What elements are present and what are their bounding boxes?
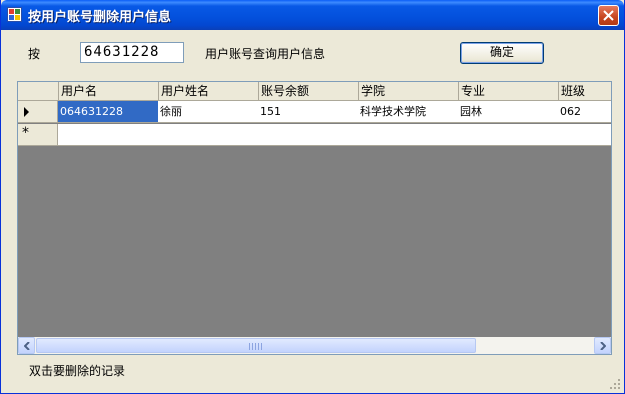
cell-username[interactable]: 064631228	[58, 101, 159, 123]
delete-hint-label: 双击要删除的记录	[29, 364, 126, 378]
scroll-right-button[interactable]	[594, 337, 611, 354]
account-input[interactable]: 64631228	[80, 42, 184, 63]
chevron-right-icon	[600, 342, 606, 350]
app-icon	[7, 7, 22, 22]
main-window: 按用户账号删除用户信息 按 64631228 用户账号查询用户信息 确定 用户名…	[0, 0, 625, 394]
new-cell-username[interactable]	[58, 124, 159, 146]
cell-college[interactable]: 科学技术学院	[358, 101, 459, 123]
cell-major[interactable]: 园林	[458, 101, 559, 123]
scroll-left-button[interactable]	[18, 337, 35, 354]
cell-class[interactable]: 062	[558, 101, 611, 123]
new-cell-major[interactable]	[458, 124, 559, 146]
grid-header-row: 用户名 用户姓名 账号余额 学院 专业 班级	[18, 82, 611, 102]
column-header-class[interactable]: 班级	[558, 82, 611, 101]
column-header-college[interactable]: 学院	[358, 82, 459, 101]
row-header[interactable]	[18, 101, 58, 123]
window-title: 按用户账号删除用户信息	[28, 10, 172, 25]
new-cell-balance[interactable]	[258, 124, 359, 146]
new-cell-class[interactable]	[558, 124, 611, 146]
table-row[interactable]: 064631228 徐丽 151 科学技术学院 园林 062	[18, 101, 611, 124]
confirm-button[interactable]: 确定	[460, 42, 544, 64]
scroll-thumb[interactable]	[36, 338, 476, 353]
close-button[interactable]	[598, 5, 619, 26]
user-data-grid[interactable]: 用户名 用户姓名 账号余额 学院 专业 班级 064631228 徐丽 151 …	[17, 81, 612, 355]
column-header-balance[interactable]: 账号余额	[258, 82, 359, 101]
new-row-star-icon: *	[22, 125, 29, 141]
cell-fullname[interactable]: 徐丽	[158, 101, 259, 123]
cell-balance[interactable]: 151	[258, 101, 359, 123]
chevron-left-icon	[24, 342, 30, 350]
grid-corner-cell[interactable]	[18, 82, 59, 101]
new-row[interactable]: *	[18, 124, 611, 147]
search-suffix-label: 用户账号查询用户信息	[205, 47, 326, 61]
column-header-username[interactable]: 用户名	[58, 82, 159, 101]
scroll-grip-icon	[249, 343, 263, 350]
resize-grip-icon[interactable]	[610, 379, 621, 390]
new-cell-fullname[interactable]	[158, 124, 259, 146]
current-row-arrow-icon	[24, 107, 29, 117]
title-bar[interactable]: 按用户账号删除用户信息	[1, 0, 624, 30]
new-cell-college[interactable]	[358, 124, 459, 146]
close-icon	[603, 10, 614, 21]
column-header-major[interactable]: 专业	[458, 82, 559, 101]
horizontal-scrollbar[interactable]	[18, 337, 611, 354]
column-header-fullname[interactable]: 用户姓名	[158, 82, 259, 101]
search-prefix-label: 按	[28, 47, 41, 61]
new-row-header[interactable]: *	[18, 124, 58, 146]
